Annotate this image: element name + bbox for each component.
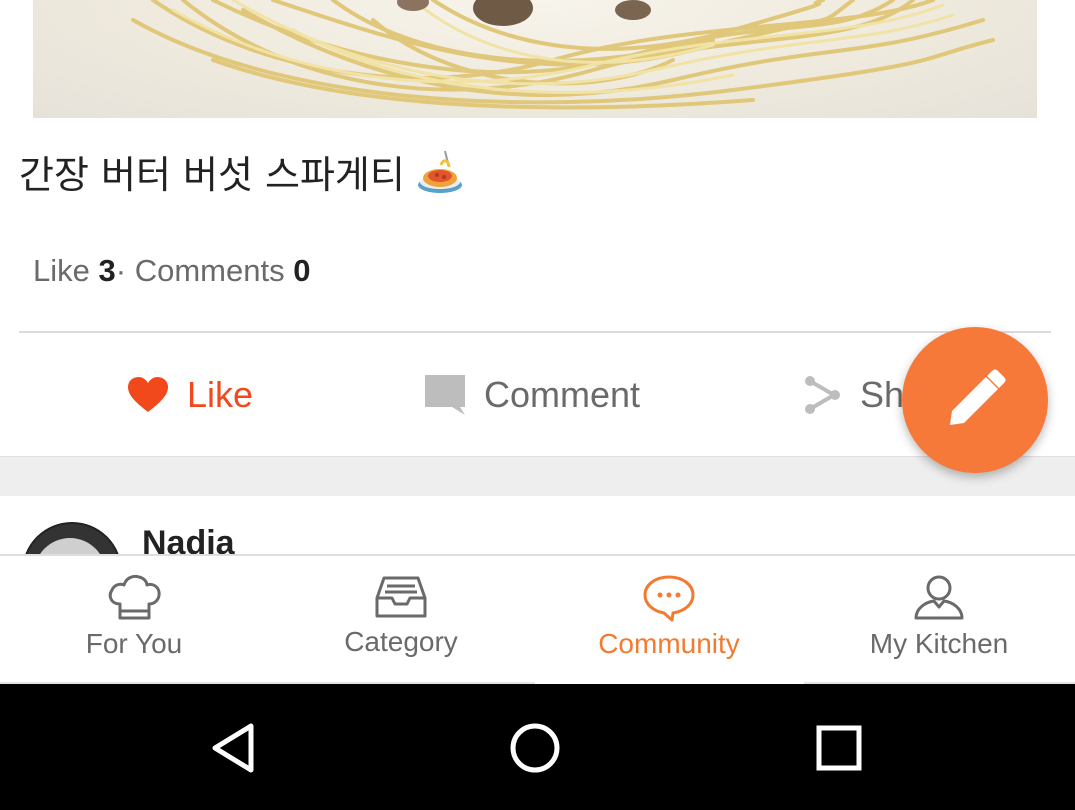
nav-category[interactable]: Category xyxy=(267,556,535,682)
nav-label: Category xyxy=(344,626,458,657)
like-button-label: Like xyxy=(187,374,254,415)
write-post-fab[interactable] xyxy=(902,327,1048,473)
comment-button[interactable]: Comment xyxy=(424,334,640,456)
like-count: 3 xyxy=(98,253,116,288)
section-separator xyxy=(0,456,1075,497)
like-stat-label: Like xyxy=(33,253,90,288)
home-circle-icon xyxy=(510,723,560,773)
next-post-card[interactable]: Nadia xyxy=(0,496,1075,554)
bottom-nav: For You Category Community My Kitchen xyxy=(0,554,1075,686)
inbox-tray-icon xyxy=(375,576,427,618)
nav-community[interactable]: Community xyxy=(535,556,803,682)
recents-square-icon xyxy=(816,725,862,771)
post-title-text: 간장 버터 버섯 스파게티 xyxy=(19,153,405,197)
share-button[interactable]: Sh xyxy=(804,334,904,456)
system-nav-bar xyxy=(0,684,1075,810)
nav-label: Community xyxy=(598,628,740,659)
author-name[interactable]: Nadia xyxy=(142,524,235,554)
share-button-label: Sh xyxy=(860,374,905,415)
comment-icon xyxy=(425,375,465,415)
post-stats: Like 3· Comments 0 xyxy=(33,253,310,289)
divider xyxy=(19,331,1051,333)
spaghetti-photo xyxy=(131,0,995,110)
nav-label: My Kitchen xyxy=(869,628,1009,659)
nav-for-you[interactable]: For You xyxy=(0,556,268,682)
pencil-icon xyxy=(950,369,1006,425)
back-triangle-icon xyxy=(212,723,254,773)
share-icon xyxy=(805,376,840,414)
post-photo-area xyxy=(0,0,1075,118)
post-title: 간장 버터 버섯 스파게티 xyxy=(19,144,465,199)
chat-bubble-icon xyxy=(643,575,695,622)
nav-my-kitchen[interactable]: My Kitchen xyxy=(805,556,1073,682)
comment-button-label: Comment xyxy=(484,374,641,415)
nav-label: For You xyxy=(85,628,183,659)
avatar[interactable] xyxy=(22,522,122,554)
person-icon xyxy=(914,575,964,620)
post-photo[interactable] xyxy=(33,0,1037,118)
spaghetti-emoji-icon xyxy=(417,150,462,193)
chef-hat-icon xyxy=(108,574,161,620)
system-back-button[interactable] xyxy=(205,720,265,776)
system-recents-button[interactable] xyxy=(809,720,869,776)
system-home-button[interactable] xyxy=(506,720,566,776)
like-button[interactable]: Like xyxy=(127,334,253,456)
comments-stat-label: Comments xyxy=(134,253,285,288)
heart-icon xyxy=(128,377,168,412)
stat-separator: · xyxy=(115,253,127,288)
comments-count: 0 xyxy=(293,253,311,288)
